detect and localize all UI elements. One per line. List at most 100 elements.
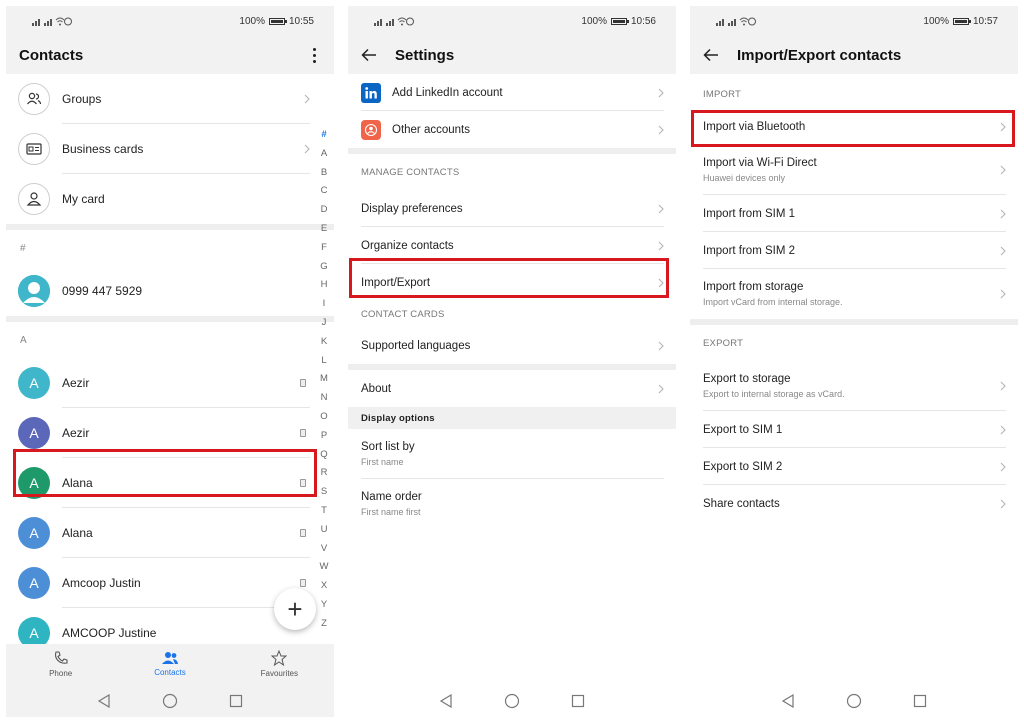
contact-row[interactable]: A Aezir xyxy=(6,408,334,458)
index-letter[interactable]: E xyxy=(321,220,327,239)
contact-cards-header: CONTACT CARDS xyxy=(361,308,445,320)
option-label: Import via Bluetooth xyxy=(703,120,806,133)
contact-row[interactable]: A Aezir xyxy=(6,358,334,408)
sim-storage-icon xyxy=(300,429,306,437)
option-label: Export to SIM 2 xyxy=(703,460,783,473)
chevron-right-icon xyxy=(1000,122,1006,132)
index-letter[interactable]: W xyxy=(320,558,329,577)
index-letter[interactable]: # xyxy=(321,126,326,145)
export-option-row[interactable]: Share contacts xyxy=(690,485,1018,522)
avatar: A xyxy=(18,567,50,599)
contact-row-phone-number[interactable]: 0999 447 5929 xyxy=(6,266,334,316)
export-list: Export to storage Export to internal stor… xyxy=(690,361,1018,522)
index-letter[interactable]: H xyxy=(321,276,328,295)
index-letter[interactable]: Z xyxy=(321,615,327,634)
other-accounts-label: Other accounts xyxy=(392,123,470,136)
add-contact-button[interactable]: + xyxy=(274,588,316,630)
index-letter[interactable]: B xyxy=(321,164,327,183)
battery-icon xyxy=(268,17,287,25)
back-triangle-icon[interactable] xyxy=(780,693,796,709)
signal-wifi-icons xyxy=(374,16,414,26)
nav-phone[interactable]: Phone xyxy=(6,644,115,684)
import-option-row[interactable]: Import via Wi-Fi Direct Huawei devices on… xyxy=(690,145,1018,195)
index-letter[interactable]: P xyxy=(321,427,327,446)
recents-square-icon[interactable] xyxy=(570,693,586,709)
index-letter[interactable]: C xyxy=(321,182,328,201)
import-export-row[interactable]: Import/Export xyxy=(348,264,676,301)
export-option-row[interactable]: Export to SIM 1 xyxy=(690,411,1018,448)
more-options-icon[interactable] xyxy=(307,47,321,63)
name-order-row[interactable]: Name order First name first xyxy=(348,479,676,529)
organize-contacts-row[interactable]: Organize contacts xyxy=(348,227,676,264)
home-circle-icon[interactable] xyxy=(504,693,520,709)
index-letter[interactable]: I xyxy=(323,295,326,314)
index-letter[interactable]: J xyxy=(322,314,327,333)
index-letter[interactable]: S xyxy=(321,483,327,502)
index-letter[interactable]: U xyxy=(321,521,328,540)
account-icon xyxy=(361,119,381,140)
option-label: Export to storage xyxy=(703,373,791,385)
back-triangle-icon[interactable] xyxy=(96,693,112,709)
import-option-row[interactable]: Import from SIM 2 xyxy=(690,232,1018,269)
export-option-row[interactable]: Export to SIM 2 xyxy=(690,448,1018,485)
contact-row[interactable]: A Alana xyxy=(6,458,334,508)
recents-square-icon[interactable] xyxy=(228,693,244,709)
index-letter[interactable]: N xyxy=(321,389,328,408)
add-linkedin-account-row[interactable]: Add LinkedIn account xyxy=(348,74,676,111)
alphabet-index-bar[interactable]: # A B C D E F G H I J K L M N O P Q R S T U V W X Y Z xyxy=(318,126,330,634)
battery-percent: 100% xyxy=(581,15,607,27)
recents-square-icon[interactable] xyxy=(912,693,928,709)
clock: 10:55 xyxy=(288,15,314,27)
page-title: Settings xyxy=(395,46,455,64)
nav-phone-label: Phone xyxy=(49,669,73,678)
import-option-row[interactable]: Import via Bluetooth xyxy=(690,108,1018,145)
index-letter[interactable]: V xyxy=(321,540,327,559)
supported-languages-row[interactable]: Supported languages xyxy=(348,327,676,364)
index-letter[interactable]: M xyxy=(320,370,328,389)
index-letter[interactable]: R xyxy=(321,464,328,483)
index-letter[interactable]: T xyxy=(321,502,327,521)
index-letter[interactable]: K xyxy=(321,333,327,352)
back-triangle-icon[interactable] xyxy=(438,693,454,709)
nav-favourites[interactable]: Favourites xyxy=(225,644,334,684)
option-label: Import from SIM 2 xyxy=(703,244,796,257)
home-circle-icon[interactable] xyxy=(162,693,178,709)
option-text: Share contacts xyxy=(703,498,1000,510)
chevron-right-icon xyxy=(304,94,310,104)
business-card-icon xyxy=(18,133,50,165)
index-letter[interactable]: G xyxy=(320,258,327,277)
chevron-right-icon xyxy=(1000,381,1006,391)
nav-contacts[interactable]: Contacts xyxy=(115,644,224,684)
my-card-row[interactable]: My card xyxy=(6,174,334,224)
index-letter[interactable]: O xyxy=(320,408,327,427)
linkedin-icon xyxy=(361,82,381,103)
index-letter[interactable]: X xyxy=(321,577,327,596)
add-linkedin-account-label: Add LinkedIn account xyxy=(392,86,503,99)
home-circle-icon[interactable] xyxy=(846,693,862,709)
index-letter[interactable]: Y xyxy=(321,596,327,615)
back-arrow-icon[interactable] xyxy=(703,43,727,67)
contact-name: Alana xyxy=(62,476,93,490)
about-row[interactable]: About xyxy=(348,370,676,407)
index-letter[interactable]: L xyxy=(321,352,326,371)
index-letter[interactable]: D xyxy=(321,201,328,220)
group-icon xyxy=(18,83,50,115)
business-cards-label: Business cards xyxy=(62,142,144,156)
back-arrow-icon[interactable] xyxy=(361,43,385,67)
index-letter[interactable]: Q xyxy=(320,446,327,465)
export-option-row[interactable]: Export to storage Export to internal stor… xyxy=(690,361,1018,411)
display-preferences-row[interactable]: Display preferences xyxy=(348,190,676,227)
import-option-row[interactable]: Import from SIM 1 xyxy=(690,195,1018,232)
other-accounts-row[interactable]: Other accounts xyxy=(348,111,676,148)
contact-row[interactable]: A Alana xyxy=(6,508,334,558)
business-cards-row[interactable]: Business cards xyxy=(6,124,334,174)
sort-list-by-row[interactable]: Sort list by First name xyxy=(348,429,676,479)
import-list: Import via Bluetooth Import via Wi-Fi Dir… xyxy=(690,108,1018,319)
index-letter[interactable]: F xyxy=(321,239,327,258)
import-option-row[interactable]: Import from storage Import vCard from int… xyxy=(690,269,1018,319)
groups-row[interactable]: Groups xyxy=(6,74,334,124)
export-header: EXPORT xyxy=(703,337,744,349)
system-navigation-bar xyxy=(6,684,334,717)
index-letter[interactable]: A xyxy=(321,145,327,164)
nav-favourites-label: Favourites xyxy=(260,669,298,678)
